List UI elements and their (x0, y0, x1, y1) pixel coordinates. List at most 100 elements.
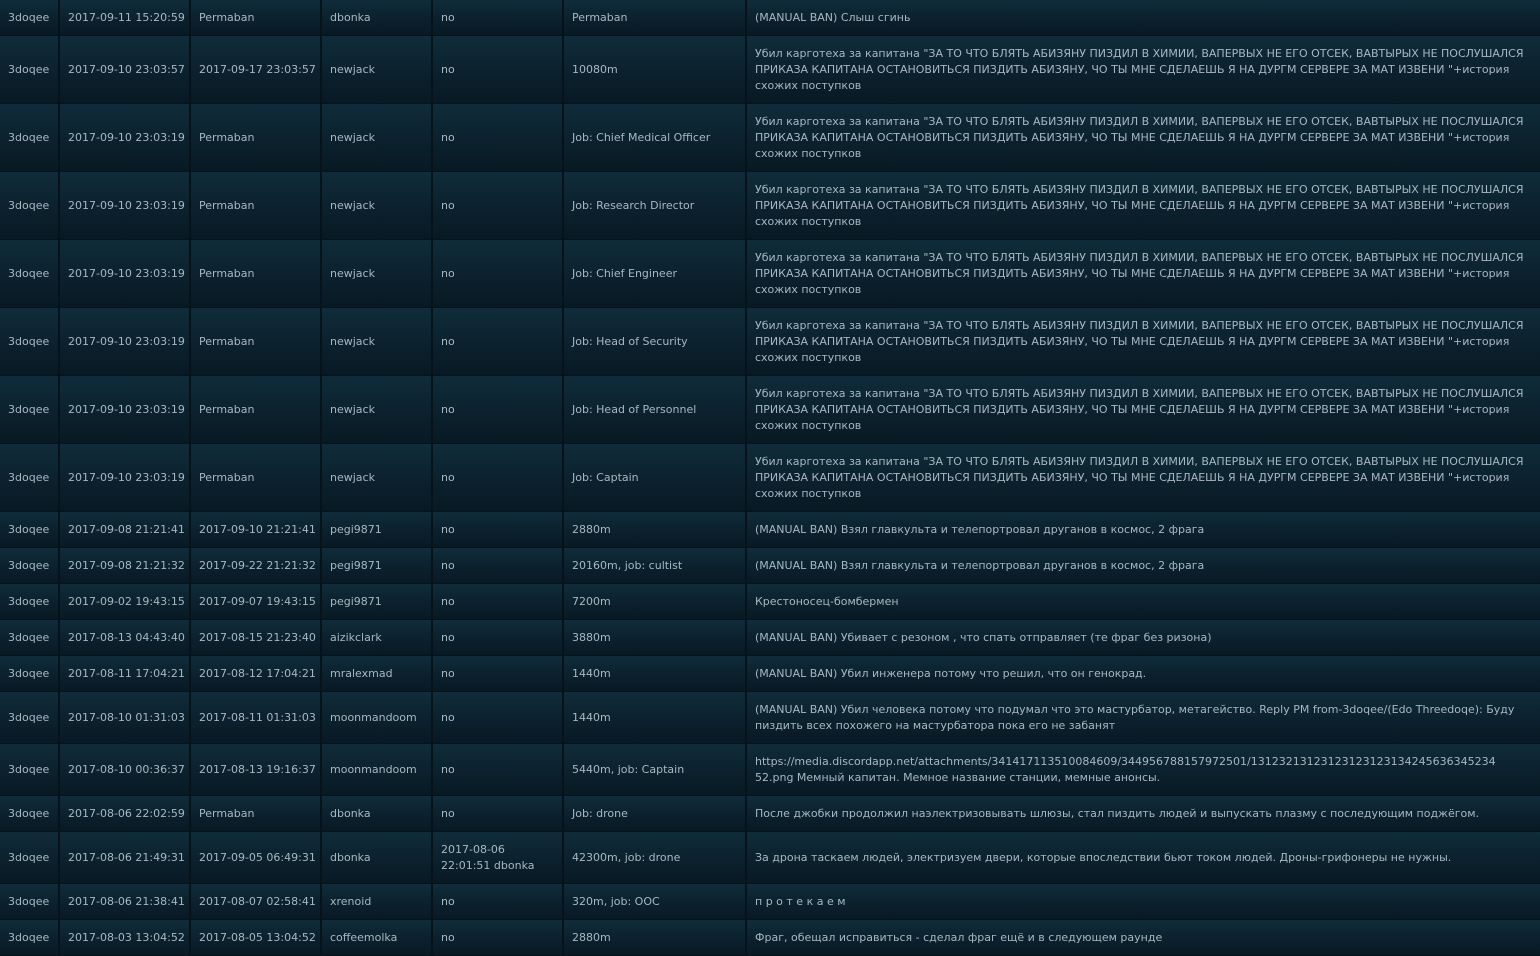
admin-cell: 3doqee (0, 884, 60, 920)
ban-reason-cell: Убил карготеха за капитана "ЗА ТО ЧТО БЛ… (747, 444, 1540, 512)
unban-status-cell: no (433, 656, 564, 692)
admin-cell: 3doqee (0, 0, 60, 36)
ban-reason-cell: (MANUAL BAN) Убил инженера потому что ре… (747, 656, 1540, 692)
player-ckey-cell: aizikclark (322, 620, 433, 656)
expiry-cell: Permaban (191, 104, 322, 172)
ban-reason-cell: п р о т е к а е м (747, 884, 1540, 920)
expiry-cell: Permaban (191, 796, 322, 832)
ban-date-cell: 2017-09-10 23:03:19 (60, 240, 191, 308)
table-row: 3doqee 2017-09-11 15:20:59 Permaban dbonka n… (0, 0, 1540, 36)
expiry-cell: 2017-08-07 02:58:41 (191, 884, 322, 920)
ban-duration-cell: 1440m (564, 656, 747, 692)
ban-date-cell: 2017-09-10 23:03:57 (60, 36, 191, 104)
ban-reason-cell: (MANUAL BAN) Убил человека потому что по… (747, 692, 1540, 744)
table-row: 3doqee 2017-09-10 23:03:19 Permaban newjack… (0, 376, 1540, 444)
expiry-cell: Permaban (191, 172, 322, 240)
ban-date-cell: 2017-08-10 00:36:37 (60, 744, 191, 796)
ban-date-cell: 2017-08-06 22:02:59 (60, 796, 191, 832)
player-ckey-cell: dbonka (322, 0, 433, 36)
table-row: 3doqee 2017-09-08 21:21:41 2017-09-10 21:2… (0, 512, 1540, 548)
ban-date-cell: 2017-08-11 17:04:21 (60, 656, 191, 692)
ban-duration-cell: 1440m (564, 692, 747, 744)
ban-date-cell: 2017-08-13 04:43:40 (60, 620, 191, 656)
admin-cell: 3doqee (0, 832, 60, 884)
player-ckey-cell: moonmandoom (322, 744, 433, 796)
admin-cell: 3doqee (0, 620, 60, 656)
ban-date-cell: 2017-09-10 23:03:19 (60, 104, 191, 172)
unban-status-cell: no (433, 584, 564, 620)
ban-duration-cell: Permaban (564, 0, 747, 36)
expiry-cell: 2017-09-17 23:03:57 (191, 36, 322, 104)
unban-status-cell: no (433, 240, 564, 308)
ban-duration-cell: 2880m (564, 920, 747, 956)
admin-cell: 3doqee (0, 548, 60, 584)
table-row: 3doqee 2017-09-10 23:03:19 Permaban newjack… (0, 172, 1540, 240)
admin-cell: 3doqee (0, 104, 60, 172)
admin-cell: 3doqee (0, 240, 60, 308)
expiry-cell: Permaban (191, 376, 322, 444)
admin-cell: 3doqee (0, 444, 60, 512)
player-ckey-cell: newjack (322, 104, 433, 172)
table-row: 3doqee 2017-09-10 23:03:19 Permaban newjack… (0, 104, 1540, 172)
unban-status-cell: 2017-08-06 22:01:51 dbonka (433, 832, 564, 884)
player-ckey-cell: moonmandoom (322, 692, 433, 744)
ban-duration-cell: 7200m (564, 584, 747, 620)
ban-log-rows: 3doqee 2017-09-11 15:20:59 Permaban dbonka n… (0, 0, 1540, 956)
unban-status-cell: no (433, 692, 564, 744)
admin-cell: 3doqee (0, 796, 60, 832)
admin-cell: 3doqee (0, 656, 60, 692)
player-ckey-cell: mralexmad (322, 656, 433, 692)
player-ckey-cell: pegi9871 (322, 512, 433, 548)
ban-reason-cell: Убил карготеха за капитана "ЗА ТО ЧТО БЛ… (747, 308, 1540, 376)
ban-duration-cell: 3880m (564, 620, 747, 656)
ban-date-cell: 2017-09-10 23:03:19 (60, 376, 191, 444)
ban-reason-cell: Крестоносец-бомбермен (747, 584, 1540, 620)
expiry-cell: 2017-08-15 21:23:40 (191, 620, 322, 656)
ban-date-cell: 2017-09-08 21:21:32 (60, 548, 191, 584)
unban-status-cell: no (433, 36, 564, 104)
unban-status-cell: no (433, 444, 564, 512)
ban-date-cell: 2017-09-10 23:03:19 (60, 308, 191, 376)
player-ckey-cell: newjack (322, 376, 433, 444)
expiry-cell: Permaban (191, 444, 322, 512)
expiry-cell: 2017-08-13 19:16:37 (191, 744, 322, 796)
table-row: 3doqee 2017-08-11 17:04:21 2017-08-12 17:0… (0, 656, 1540, 692)
table-row: 3doqee 2017-08-10 01:31:03 2017-08-11 01:3… (0, 692, 1540, 744)
player-ckey-cell: dbonka (322, 796, 433, 832)
admin-cell: 3doqee (0, 172, 60, 240)
ban-date-cell: 2017-08-06 21:49:31 (60, 832, 191, 884)
player-ckey-cell: newjack (322, 444, 433, 512)
ban-duration-cell: 10080m (564, 36, 747, 104)
expiry-cell: Permaban (191, 308, 322, 376)
ban-date-cell: 2017-09-10 23:03:19 (60, 444, 191, 512)
unban-status-cell: no (433, 744, 564, 796)
ban-reason-cell: Убил карготеха за капитана "ЗА ТО ЧТО БЛ… (747, 172, 1540, 240)
expiry-cell: Permaban (191, 240, 322, 308)
ban-date-cell: 2017-09-10 23:03:19 (60, 172, 191, 240)
unban-status-cell: no (433, 376, 564, 444)
table-row: 3doqee 2017-09-10 23:03:19 Permaban newjack… (0, 444, 1540, 512)
ban-duration-cell: Job: Chief Engineer (564, 240, 747, 308)
player-ckey-cell: newjack (322, 240, 433, 308)
ban-date-cell: 2017-09-02 19:43:15 (60, 584, 191, 620)
ban-duration-cell: 5440m, job: Captain (564, 744, 747, 796)
unban-status-cell: no (433, 512, 564, 548)
player-ckey-cell: pegi9871 (322, 548, 433, 584)
ban-date-cell: 2017-09-08 21:21:41 (60, 512, 191, 548)
unban-status-cell: no (433, 920, 564, 956)
unban-status-cell: no (433, 620, 564, 656)
unban-status-cell: no (433, 0, 564, 36)
ban-log-table: 3doqee 2017-09-11 15:20:59 Permaban dbonka n… (0, 0, 1540, 956)
expiry-cell: 2017-08-11 01:31:03 (191, 692, 322, 744)
ban-duration-cell: Job: Captain (564, 444, 747, 512)
admin-cell: 3doqee (0, 744, 60, 796)
table-row: 3doqee 2017-08-06 22:02:59 Permaban dbonka n… (0, 796, 1540, 832)
unban-status-cell: no (433, 104, 564, 172)
player-ckey-cell: newjack (322, 36, 433, 104)
ban-reason-cell: (MANUAL BAN) Убивает с резоном , что спа… (747, 620, 1540, 656)
ban-duration-cell: 20160m, job: cultist (564, 548, 747, 584)
ban-duration-cell: Job: drone (564, 796, 747, 832)
expiry-cell: 2017-09-22 21:21:32 (191, 548, 322, 584)
player-ckey-cell: newjack (322, 172, 433, 240)
player-ckey-cell: dbonka (322, 832, 433, 884)
